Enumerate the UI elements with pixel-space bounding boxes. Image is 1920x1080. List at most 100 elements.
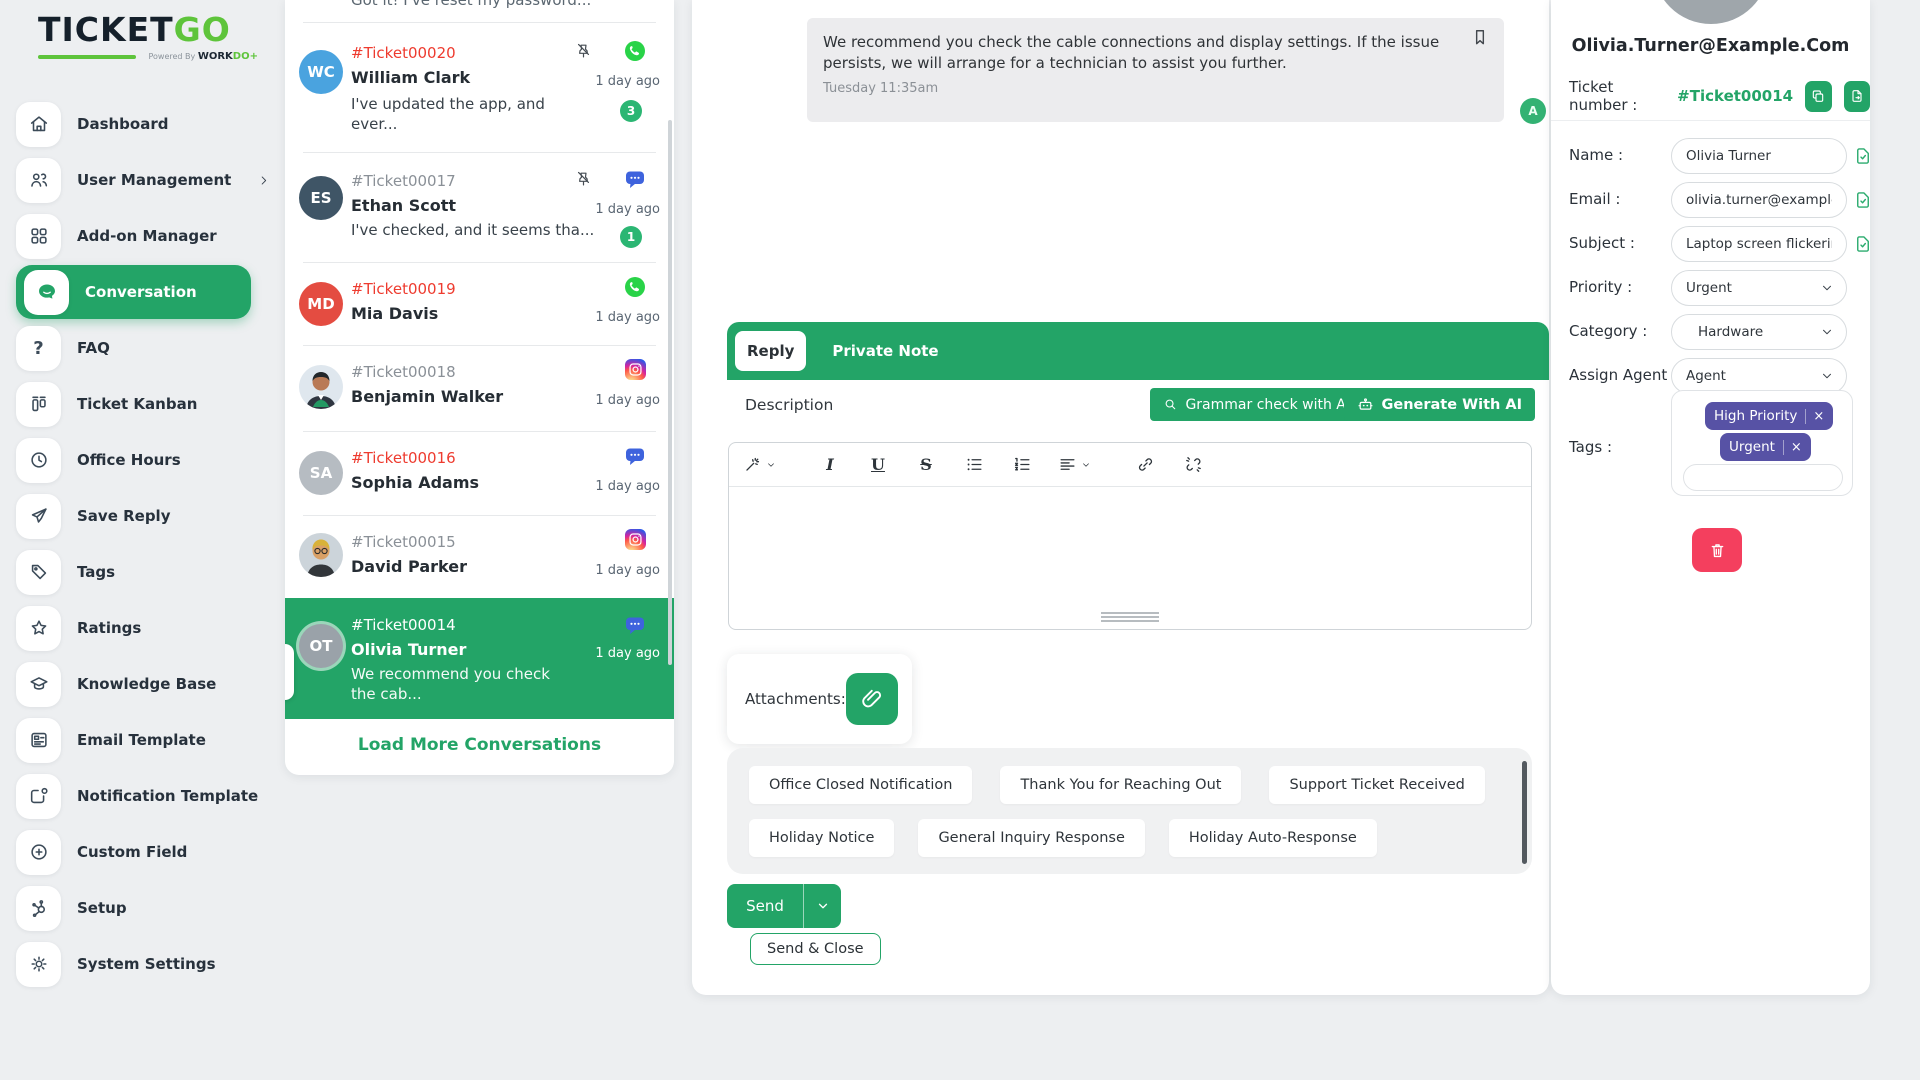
send-and-close-button[interactable]: Send & Close: [750, 933, 881, 965]
sidebar-item-notification-template[interactable]: Notification Template: [0, 768, 285, 824]
remove-tag-icon[interactable]: ×: [1805, 409, 1824, 424]
quick-reply-chip[interactable]: Holiday Auto-Response: [1169, 819, 1377, 857]
quick-reply-chip[interactable]: Holiday Notice: [749, 819, 894, 857]
pin-off-icon[interactable]: [575, 42, 592, 59]
sidebar-item-office-hours[interactable]: Office Hours: [0, 432, 285, 488]
quick-reply-chip[interactable]: General Inquiry Response: [918, 819, 1144, 857]
send-options-dropdown[interactable]: [803, 884, 841, 928]
sidebar-item-ticket-kanban[interactable]: Ticket Kanban: [0, 376, 285, 432]
subject-input[interactable]: Laptop screen flickering: [1671, 226, 1847, 262]
sidebar-item-setup[interactable]: Setup: [0, 880, 285, 936]
ticket-time: 1 day ago: [595, 310, 660, 325]
ticket-time: 1 day ago: [595, 393, 660, 408]
agent-avatar: A: [1520, 98, 1546, 124]
send-button[interactable]: Send: [727, 884, 841, 928]
conversation-list-scrollbar[interactable]: [668, 120, 672, 665]
ticket-number-value: #Ticket00014: [1677, 87, 1793, 105]
attachments-label: Attachments:: [745, 690, 846, 708]
underline-button[interactable]: U: [866, 451, 890, 479]
field-row-assign-agent: Assign Agent : Agent: [1551, 358, 1870, 394]
ticket-id: #Ticket00015: [351, 533, 456, 551]
bullet-list-button[interactable]: [962, 451, 986, 479]
chat-bubble-icon: [624, 614, 646, 640]
sidebar-item-user-management[interactable]: User Management: [0, 152, 285, 208]
align-menu-button[interactable]: [1058, 451, 1091, 479]
ticket-row-00018[interactable]: #Ticket00018 Benjamin Walker 1 day ago: [285, 349, 674, 431]
ticket-row-00019[interactable]: MD #Ticket00019 Mia Davis 1 day ago: [285, 266, 674, 345]
brand-logo[interactable]: TICKETGO Powered By WORKDO+: [38, 10, 258, 62]
quick-reply-chip[interactable]: Thank You for Reaching Out: [1000, 766, 1241, 804]
priority-select[interactable]: Urgent: [1671, 270, 1847, 306]
delete-ticket-button[interactable]: [1692, 528, 1742, 572]
remove-link-button[interactable]: [1181, 451, 1205, 479]
numbered-list-button[interactable]: [1010, 451, 1034, 479]
tag-icon: [16, 550, 61, 595]
sidebar-item-label: Ticket Kanban: [77, 395, 197, 413]
field-row-priority: Priority : Urgent: [1551, 270, 1870, 306]
ticket-time: 1 day ago: [595, 563, 660, 578]
export-ticket-button[interactable]: [1844, 81, 1870, 112]
quick-replies-scrollbar[interactable]: [1522, 761, 1527, 864]
copy-ticket-number-button[interactable]: [1805, 81, 1831, 112]
italic-button[interactable]: I: [818, 451, 842, 479]
sidebar-item-label: Notification Template: [77, 787, 258, 805]
sidebar-item-conversation[interactable]: Conversation: [16, 265, 251, 319]
generate-with-ai-button[interactable]: Generate With AI: [1344, 388, 1535, 421]
sidebar-item-save-reply[interactable]: Save Reply: [0, 488, 285, 544]
contact-name: Ethan Scott: [351, 196, 456, 215]
tag-chip-urgent: Urgent×: [1720, 433, 1811, 461]
tagline-work: WORK: [198, 51, 233, 62]
grammar-check-button[interactable]: Grammar check with AI: [1150, 388, 1363, 421]
ticket-row-00017[interactable]: ES #Ticket00017 Ethan Scott 1 day ago I'…: [285, 156, 674, 262]
brand-underline: [38, 55, 136, 59]
ticket-row-00016[interactable]: SA #Ticket00016 Sophia Adams 1 day ago: [285, 435, 674, 515]
partial-preview-text: Got it! I've reset my password...: [351, 0, 591, 9]
ticket-row-00014-selected[interactable]: OT #Ticket00014 Olivia Turner 1 day ago …: [285, 598, 674, 719]
save-field-icon[interactable]: [1853, 146, 1873, 166]
chevron-right-icon: [257, 174, 270, 187]
magic-wand-menu-button[interactable]: [743, 451, 776, 479]
paper-plane-icon: [16, 494, 61, 539]
add-tag-input[interactable]: [1683, 464, 1843, 491]
ticket-row-00015[interactable]: #Ticket00015 David Parker 1 day ago: [285, 519, 674, 598]
message-preview: I've updated the app, and ever...: [351, 94, 566, 134]
editor-resize-handle[interactable]: [1101, 610, 1159, 624]
tab-reply[interactable]: Reply: [735, 331, 806, 371]
sidebar-item-ratings[interactable]: Ratings: [0, 600, 285, 656]
save-field-icon[interactable]: [1853, 190, 1873, 210]
ticket-row-00020[interactable]: WC #Ticket00020 William Clark 1 day ago …: [285, 26, 674, 152]
sidebar-item-label: Email Template: [77, 731, 206, 749]
save-field-icon[interactable]: [1853, 234, 1873, 254]
category-select[interactable]: Hardware: [1671, 314, 1847, 350]
quick-reply-chip[interactable]: Support Ticket Received: [1269, 766, 1484, 804]
quick-reply-chip[interactable]: Office Closed Notification: [749, 766, 972, 804]
sidebar-item-knowledge-base[interactable]: Knowledge Base: [0, 656, 285, 712]
load-more-conversations-button[interactable]: Load More Conversations: [285, 735, 674, 755]
graduation-cap-icon: [16, 662, 61, 707]
sidebar-item-system-settings[interactable]: System Settings: [0, 936, 285, 992]
assign-agent-select[interactable]: Agent: [1671, 358, 1847, 394]
sidebar-item-addon-manager[interactable]: Add-on Manager: [0, 208, 285, 264]
sidebar-item-faq[interactable]: ? FAQ: [0, 320, 285, 376]
sidebar-item-tags[interactable]: Tags: [0, 544, 285, 600]
strikethrough-button[interactable]: S: [914, 451, 938, 479]
insert-link-button[interactable]: [1133, 451, 1157, 479]
ticket-id: #Ticket00014: [351, 616, 456, 634]
bookmark-icon[interactable]: [1470, 27, 1490, 47]
tab-private-note[interactable]: Private Note: [832, 342, 938, 360]
tags-container: High Priority× Urgent×: [1671, 390, 1853, 496]
whatsapp-icon: [624, 276, 646, 302]
remove-tag-icon[interactable]: ×: [1783, 440, 1802, 455]
message-preview: I've checked, and it seems tha...: [351, 220, 586, 240]
reply-text-area[interactable]: [729, 487, 1531, 605]
pin-off-icon[interactable]: [575, 170, 592, 187]
name-input[interactable]: Olivia Turner: [1671, 138, 1847, 174]
sidebar-item-email-template[interactable]: Email Template: [0, 712, 285, 768]
add-attachment-button[interactable]: [846, 673, 898, 725]
name-label: Name :: [1569, 146, 1623, 164]
sidebar-item-dashboard[interactable]: Dashboard: [0, 96, 285, 152]
email-input[interactable]: olivia.turner@example.c: [1671, 182, 1847, 218]
brand-logo-ticket: TICKET: [38, 10, 174, 49]
sidebar-item-custom-field[interactable]: Custom Field: [0, 824, 285, 880]
trash-icon: [1708, 541, 1727, 560]
